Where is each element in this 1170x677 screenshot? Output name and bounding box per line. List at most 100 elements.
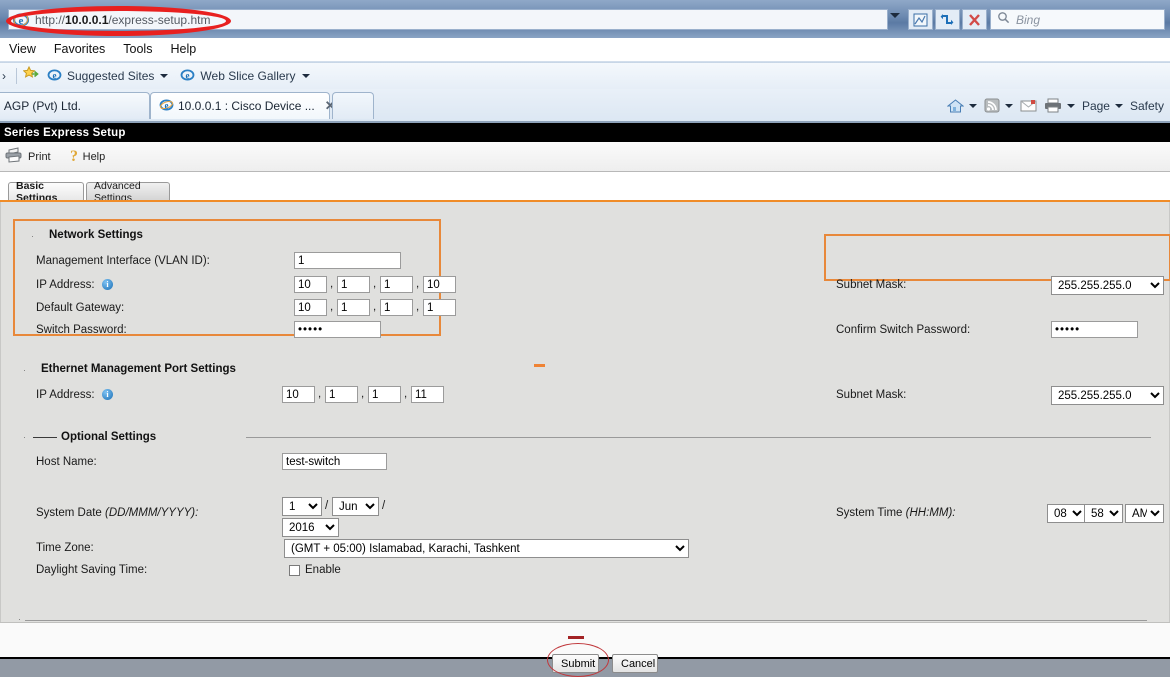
host-name-label: Host Name: bbox=[36, 456, 97, 468]
print-button[interactable]: Print bbox=[5, 147, 51, 166]
chevron-down-icon[interactable] bbox=[968, 103, 977, 108]
home-icon[interactable] bbox=[946, 98, 977, 114]
internet-explorer-icon: e bbox=[12, 11, 30, 29]
menu-item-help[interactable]: Help bbox=[161, 38, 205, 61]
annotation-submit-tick bbox=[568, 636, 584, 639]
favorites-suggested-sites[interactable]: e Suggested Sites bbox=[47, 68, 169, 85]
print-button-label: Print bbox=[28, 150, 51, 163]
favorites-web-slice-gallery[interactable]: e Web Slice Gallery bbox=[180, 68, 310, 85]
chevron-down-icon[interactable] bbox=[1114, 103, 1123, 108]
daylight-saving-enable-label: Enable bbox=[305, 564, 341, 576]
menu-item-favorites[interactable]: Favorites bbox=[45, 38, 114, 61]
cancel-button[interactable]: Cancel bbox=[612, 654, 658, 673]
page-title: Series Express Setup bbox=[4, 126, 126, 139]
subnet-mask-highlight bbox=[824, 234, 1170, 281]
page-content: Series Express Setup Print ? Help Basic … bbox=[0, 123, 1170, 677]
app-toolbar: Print ? Help bbox=[0, 142, 1170, 172]
favorites-bar: › e Suggested Sites e Web Slice Gallery bbox=[0, 63, 1170, 89]
safety-menu[interactable]: Safety bbox=[1130, 99, 1164, 113]
ip-address-label: IP Address: bbox=[36, 279, 95, 291]
browser-tab-agp[interactable]: AGP (Pvt) Ltd. bbox=[0, 92, 150, 119]
favorites-web-slice-gallery-label: Web Slice Gallery bbox=[200, 69, 296, 83]
chevron-down-icon[interactable] bbox=[1004, 103, 1013, 108]
stop-button[interactable] bbox=[962, 9, 987, 30]
ethernet-settings-heading: Ethernet Management Port Settings bbox=[41, 363, 236, 375]
mail-icon[interactable] bbox=[1020, 99, 1037, 113]
info-icon[interactable]: i bbox=[102, 389, 113, 400]
tab-basic-settings[interactable]: Basic Settings bbox=[8, 180, 84, 204]
address-bar[interactable]: e http://10.0.0.1/express-setup.htm bbox=[8, 9, 888, 30]
eth-ip-octet-2[interactable] bbox=[325, 386, 358, 403]
subnet-mask-label-2: Subnet Mask: bbox=[836, 389, 907, 401]
gateway-octet-1[interactable] bbox=[294, 299, 327, 316]
time-zone-label: Time Zone: bbox=[36, 542, 94, 554]
eth-ip-octet-1[interactable] bbox=[282, 386, 315, 403]
ip-octet-2[interactable] bbox=[337, 276, 370, 293]
browser-tab-cisco[interactable]: e 10.0.0.1 : Cisco Device ... ✕ bbox=[150, 92, 336, 119]
help-button[interactable]: ? Help bbox=[65, 147, 106, 166]
page-menu[interactable]: Page bbox=[1082, 99, 1123, 113]
system-time-minute-select[interactable]: 58 bbox=[1084, 504, 1123, 523]
favorites-overflow[interactable]: › bbox=[2, 69, 6, 83]
svg-text:e: e bbox=[165, 100, 169, 110]
vlan-id-input[interactable] bbox=[294, 252, 401, 269]
page-menu-label: Page bbox=[1081, 98, 1110, 113]
gateway-octet-3[interactable] bbox=[380, 299, 413, 316]
subnet-mask-select-2[interactable]: 255.255.255.0 bbox=[1051, 386, 1164, 405]
chevron-down-icon[interactable] bbox=[160, 74, 169, 78]
info-icon[interactable]: i bbox=[102, 279, 113, 290]
subnet-mask-select-1[interactable]: 255.255.255.0 bbox=[1051, 276, 1164, 295]
ie-icon: e bbox=[180, 68, 195, 85]
gw-sep-1: , bbox=[330, 301, 334, 313]
daylight-saving-checkbox[interactable] bbox=[289, 565, 300, 576]
optional-settings-bullet: · bbox=[23, 432, 26, 442]
submit-button[interactable]: Submit bbox=[552, 654, 599, 673]
date-sep-2: / bbox=[382, 500, 386, 512]
daylight-saving-label: Daylight Saving Time: bbox=[36, 564, 148, 576]
svg-text:?: ? bbox=[70, 148, 78, 163]
eth-ip-sep-3: , bbox=[404, 388, 408, 400]
optional-settings-heading: Optional Settings bbox=[61, 431, 157, 443]
favorites-divider bbox=[16, 68, 17, 84]
search-box[interactable]: Bing bbox=[990, 9, 1165, 30]
system-date-year-select[interactable]: 2016 bbox=[282, 518, 339, 537]
confirm-password-input[interactable] bbox=[1051, 321, 1138, 338]
chevron-down-icon[interactable] bbox=[1066, 103, 1075, 108]
time-zone-select[interactable]: (GMT + 05:00) Islamabad, Karachi, Tashke… bbox=[284, 539, 689, 558]
system-time-hour-select[interactable]: 08 bbox=[1047, 504, 1086, 523]
eth-ip-octet-3[interactable] bbox=[368, 386, 401, 403]
svg-text:e: e bbox=[186, 70, 190, 80]
chevron-down-icon[interactable] bbox=[301, 74, 310, 78]
svg-text:e: e bbox=[53, 70, 57, 80]
subnet-mask-label-1: Subnet Mask: bbox=[836, 279, 907, 291]
ethernet-settings-bullet: · bbox=[23, 365, 26, 375]
ip-octet-1[interactable] bbox=[294, 276, 327, 293]
printer-icon bbox=[5, 147, 24, 166]
ip-octet-3[interactable] bbox=[380, 276, 413, 293]
favorites-star-icon[interactable] bbox=[22, 65, 39, 86]
new-tab-button[interactable] bbox=[332, 92, 374, 119]
menu-item-tools[interactable]: Tools bbox=[114, 38, 161, 61]
address-bar-dropdown-icon[interactable] bbox=[890, 13, 900, 18]
gateway-octet-2[interactable] bbox=[337, 299, 370, 316]
switch-password-label: Switch Password: bbox=[36, 324, 127, 336]
eth-ip-octet-4[interactable] bbox=[411, 386, 444, 403]
system-time-meridiem-select[interactable]: AM bbox=[1125, 504, 1164, 523]
switch-password-input[interactable] bbox=[294, 321, 381, 338]
host-name-input[interactable] bbox=[282, 453, 387, 470]
ip-octet-4[interactable] bbox=[423, 276, 456, 293]
gateway-octet-4[interactable] bbox=[423, 299, 456, 316]
refresh-button[interactable] bbox=[935, 9, 960, 30]
settings-tabs: Basic Settings Advanced Settings bbox=[0, 175, 1170, 204]
system-date-month-select[interactable]: Jun bbox=[332, 497, 379, 516]
compatibility-view-button[interactable] bbox=[908, 9, 933, 30]
favorites-suggested-sites-label: Suggested Sites bbox=[67, 69, 155, 83]
search-placeholder: Bing bbox=[1016, 12, 1041, 27]
date-sep-1: / bbox=[325, 500, 329, 512]
system-date-day-select[interactable]: 1 bbox=[282, 497, 322, 516]
search-icon bbox=[997, 11, 1010, 29]
menu-item-view[interactable]: View bbox=[0, 38, 45, 61]
feeds-icon[interactable] bbox=[984, 98, 1013, 113]
tab-advanced-settings[interactable]: Advanced Settings bbox=[86, 180, 170, 204]
print-icon[interactable] bbox=[1044, 98, 1075, 113]
